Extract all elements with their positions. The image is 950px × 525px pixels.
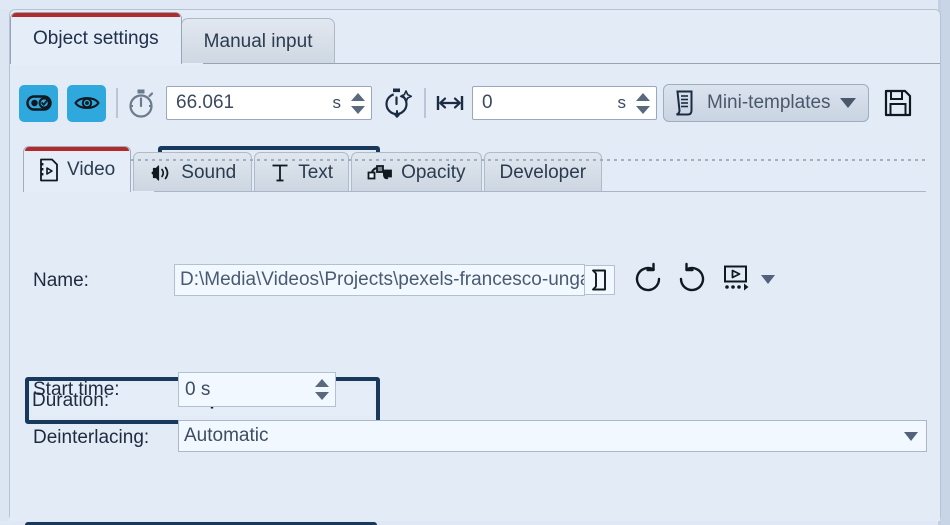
chevron-down-icon[interactable] bbox=[840, 98, 856, 108]
tab-manual-input-label: Manual input bbox=[204, 31, 313, 53]
tab-opacity-label: Opacity bbox=[401, 162, 465, 184]
tab-video[interactable]: Video bbox=[23, 146, 131, 192]
tab-sound[interactable]: Sound bbox=[133, 152, 252, 192]
deinterlacing-select[interactable]: Automatic bbox=[178, 420, 927, 452]
object-time-field[interactable]: 66.061 s bbox=[166, 86, 372, 120]
start-time-value: 0 s bbox=[179, 379, 309, 401]
tab-manual-input[interactable]: Manual input bbox=[181, 18, 336, 64]
tab-text[interactable]: Text bbox=[254, 152, 349, 192]
right-scroll-rail[interactable] bbox=[941, 0, 950, 525]
open-folder-icon[interactable] bbox=[585, 265, 615, 295]
spin-up-icon[interactable] bbox=[636, 93, 650, 101]
video-preview-icon[interactable] bbox=[720, 263, 752, 295]
mini-templates-label: Mini-templates bbox=[707, 92, 831, 114]
toolbar-separator-2 bbox=[424, 88, 426, 118]
spin-down-icon[interactable] bbox=[351, 106, 365, 114]
tab-text-label: Text bbox=[298, 162, 333, 184]
mini-templates-button[interactable]: Mini-templates bbox=[663, 84, 869, 122]
name-input-value: D:\Media\Videos\Projects\pexels-francesc… bbox=[180, 269, 585, 291]
span-time-value: 0 bbox=[473, 92, 618, 114]
object-time-unit: s bbox=[333, 93, 346, 113]
object-time-spinner[interactable] bbox=[345, 87, 371, 119]
eye-icon bbox=[74, 94, 100, 112]
tab-video-label: Video bbox=[67, 159, 115, 181]
name-label: Name: bbox=[33, 270, 89, 292]
start-time-field[interactable]: 0 s bbox=[178, 372, 336, 407]
enable-object-toggle[interactable] bbox=[19, 85, 58, 122]
tab-object-settings[interactable]: Object settings bbox=[10, 12, 182, 64]
stopwatch-icon bbox=[126, 87, 156, 119]
settings-panel: 66.061 s bbox=[10, 63, 940, 520]
spin-up-icon[interactable] bbox=[351, 93, 365, 101]
film-file-icon bbox=[39, 158, 59, 182]
preview-options-caret-icon[interactable] bbox=[761, 275, 775, 284]
spin-down-icon[interactable] bbox=[315, 392, 329, 400]
visibility-toggle[interactable] bbox=[67, 85, 106, 122]
spin-up-icon[interactable] bbox=[315, 379, 329, 387]
span-time-unit: s bbox=[618, 93, 631, 113]
text-t-icon bbox=[270, 162, 290, 184]
window-tabbar: Object settings Manual input bbox=[10, 12, 334, 64]
opacity-curve-icon bbox=[367, 162, 393, 184]
tab-object-settings-label: Object settings bbox=[33, 28, 159, 50]
chevron-down-icon[interactable] bbox=[904, 432, 918, 441]
span-time-field[interactable]: 0 s bbox=[472, 86, 657, 120]
left-rail bbox=[0, 9, 9, 521]
stopwatch-sparkle-icon[interactable] bbox=[382, 86, 414, 120]
rotate-counterclockwise-icon[interactable] bbox=[631, 262, 665, 296]
group-divider bbox=[82, 159, 927, 161]
toolbar-separator-1 bbox=[116, 88, 118, 118]
deinterlacing-label: Deinterlacing: bbox=[33, 427, 149, 449]
tab-developer-label: Developer bbox=[500, 162, 587, 184]
save-button[interactable] bbox=[883, 88, 913, 118]
video-properties-form bbox=[10, 192, 940, 521]
video-object-settings-panel: Object settings Manual input bbox=[0, 0, 950, 525]
deinterlacing-value: Automatic bbox=[184, 425, 268, 447]
tab-developer[interactable]: Developer bbox=[484, 152, 603, 192]
tab-opacity[interactable]: Opacity bbox=[351, 152, 481, 192]
document-list-icon bbox=[674, 90, 698, 116]
property-tabbar: Video Sound bbox=[23, 146, 604, 192]
horizontal-span-icon bbox=[436, 93, 464, 113]
tab-sound-label: Sound bbox=[181, 162, 236, 184]
toggle-check-icon bbox=[26, 94, 52, 112]
speaker-icon bbox=[149, 163, 173, 183]
name-input[interactable]: D:\Media\Videos\Projects\pexels-francesc… bbox=[174, 264, 585, 296]
start-time-label: Start time: bbox=[33, 379, 120, 401]
object-toolbar: 66.061 s bbox=[10, 78, 940, 128]
rotate-clockwise-icon[interactable] bbox=[675, 262, 709, 296]
object-time-value: 66.061 bbox=[167, 92, 333, 114]
spin-down-icon[interactable] bbox=[636, 106, 650, 114]
span-time-spinner[interactable] bbox=[630, 87, 656, 119]
start-time-spinner[interactable] bbox=[309, 373, 335, 406]
